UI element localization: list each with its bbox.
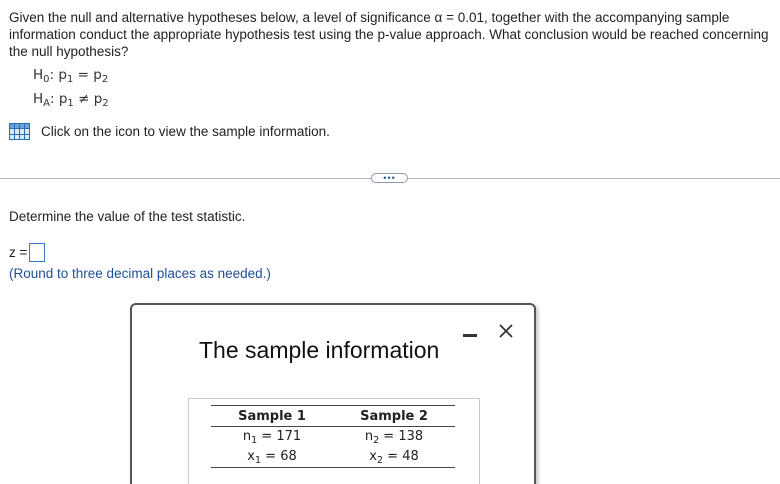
sample-info-link-row: Click on the icon to view the sample inf… <box>9 123 330 140</box>
sample-table: Sample 1 Sample 2 n1 = 171 n2 = 138 x1 =… <box>211 405 455 468</box>
table-header: Sample 1 <box>211 405 333 427</box>
table-grid-icon[interactable] <box>9 123 30 140</box>
sample-info-label: Click on the icon to view the sample inf… <box>41 124 330 139</box>
close-icon[interactable] <box>497 322 515 340</box>
table-cell: x1 = 68 <box>211 447 333 468</box>
rounding-hint: (Round to three decimal places as needed… <box>9 266 271 281</box>
minimize-icon[interactable] <box>463 334 477 337</box>
null-hypothesis: H0: p1 = p2 <box>33 67 109 85</box>
question-text: Given the null and alternative hypothese… <box>9 10 769 59</box>
sample-info-dialog: The sample information Sample 1 Sample 2… <box>130 303 536 484</box>
answer-label: z = <box>9 245 28 260</box>
alternative-hypothesis: HA: p1 ≠ p2 <box>33 91 109 109</box>
table-cell: n1 = 171 <box>242 428 302 446</box>
part-prompt: Determine the value of the test statisti… <box>9 209 246 224</box>
table-row: n1 = 171 n2 = 138 <box>211 427 455 448</box>
z-answer-input[interactable] <box>29 243 46 262</box>
table-header: Sample 2 <box>333 405 455 427</box>
table-row: x1 = 68 x2 = 48 <box>211 447 455 468</box>
answer-row: z = <box>9 243 46 262</box>
sample-table-frame: Sample 1 Sample 2 n1 = 171 n2 = 138 x1 =… <box>188 398 480 484</box>
table-cell: x2 = 48 <box>333 447 455 468</box>
dialog-title: The sample information <box>199 337 440 363</box>
table-cell: n2 = 138 <box>364 428 424 446</box>
more-button[interactable]: ••• <box>371 173 408 183</box>
